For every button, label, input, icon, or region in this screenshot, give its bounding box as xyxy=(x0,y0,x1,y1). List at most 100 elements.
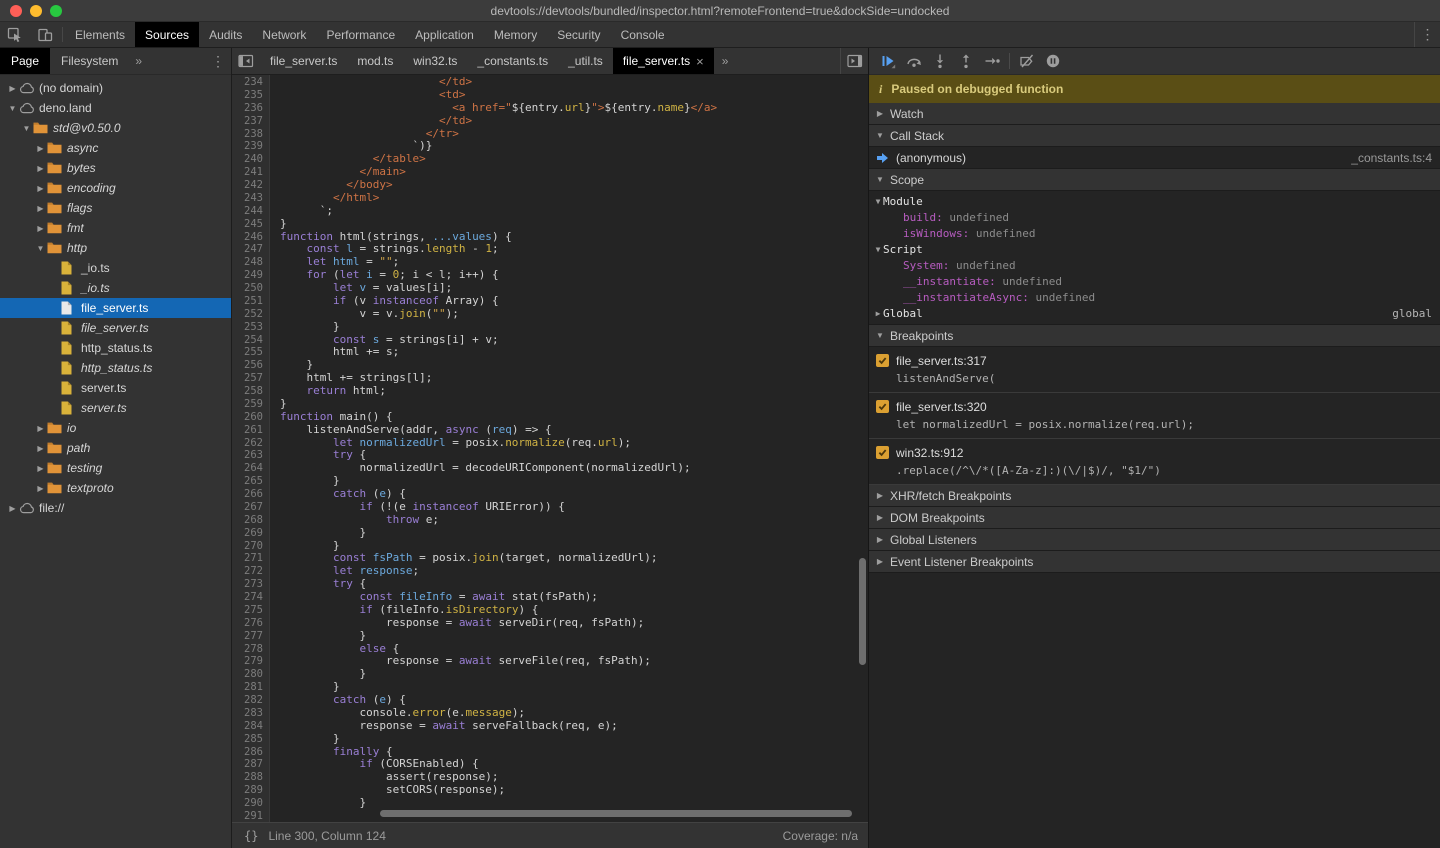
line-number[interactable]: 253 xyxy=(232,321,269,334)
tab-sources[interactable]: Sources xyxy=(135,22,199,47)
editor-gutter[interactable]: 2342352362372382392402412422432442452462… xyxy=(232,75,270,822)
tree-item-bytes[interactable]: ▶bytes xyxy=(0,158,231,178)
tab-elements[interactable]: Elements xyxy=(65,22,135,47)
line-number[interactable]: 286 xyxy=(232,746,269,759)
scope-group-script[interactable]: ▼Script xyxy=(869,241,1440,257)
line-number[interactable]: 282 xyxy=(232,694,269,707)
line-number[interactable]: 261 xyxy=(232,424,269,437)
device-toolbar-icon[interactable] xyxy=(30,22,60,47)
editor-tab-util-ts[interactable]: _util.ts xyxy=(558,48,613,74)
maximize-window-button[interactable] xyxy=(50,5,62,17)
tab-performance[interactable]: Performance xyxy=(316,22,405,47)
line-number[interactable]: 256 xyxy=(232,359,269,372)
editor-tab-file-server-ts[interactable]: file_server.ts xyxy=(260,48,347,74)
editor-tab-constants-ts[interactable]: _constants.ts xyxy=(467,48,558,74)
line-number[interactable]: 267 xyxy=(232,501,269,514)
line-number[interactable]: 279 xyxy=(232,655,269,668)
step-out-icon[interactable] xyxy=(953,48,979,74)
editor-tab-file-server-ts[interactable]: file_server.ts× xyxy=(613,48,714,74)
tree-item-io-ts[interactable]: _io.ts xyxy=(0,258,231,278)
line-number[interactable]: 271 xyxy=(232,552,269,565)
section-global-listeners[interactable]: ▶Global Listeners xyxy=(869,529,1440,551)
tree-item-http[interactable]: ▼http xyxy=(0,238,231,258)
scope-group-module[interactable]: ▼Module xyxy=(869,193,1440,209)
chevron-right-icon[interactable]: ▶ xyxy=(34,464,47,473)
line-number[interactable]: 258 xyxy=(232,385,269,398)
line-number[interactable]: 236 xyxy=(232,102,269,115)
tree-item-server-ts[interactable]: server.ts xyxy=(0,378,231,398)
line-number[interactable]: 285 xyxy=(232,733,269,746)
navigator-tab-page[interactable]: Page xyxy=(0,48,50,74)
line-number[interactable]: 276 xyxy=(232,617,269,630)
step-icon[interactable] xyxy=(979,48,1005,74)
tree-item-path[interactable]: ▶path xyxy=(0,438,231,458)
chevron-right-icon[interactable]: ▶ xyxy=(6,504,19,513)
scope-property[interactable]: isWindows: undefined xyxy=(869,225,1440,241)
chevron-right-icon[interactable]: ▶ xyxy=(6,84,19,93)
toggle-debugger-sidebar-icon[interactable] xyxy=(840,48,868,74)
tree-item-file-server-ts[interactable]: file_server.ts xyxy=(0,318,231,338)
deactivate-breakpoints-icon[interactable] xyxy=(1014,48,1040,74)
inspect-element-icon[interactable] xyxy=(0,22,30,47)
tab-console[interactable]: Console xyxy=(611,22,675,47)
breakpoint-snippet[interactable]: let normalizedUrl = posix.normalize(req.… xyxy=(869,416,1440,433)
tree-item-flags[interactable]: ▶flags xyxy=(0,198,231,218)
line-number[interactable]: 273 xyxy=(232,578,269,591)
tree-item-fmt[interactable]: ▶fmt xyxy=(0,218,231,238)
line-number[interactable]: 240 xyxy=(232,153,269,166)
minimize-window-button[interactable] xyxy=(30,5,42,17)
breakpoint-checkbox[interactable] xyxy=(876,354,889,367)
line-number[interactable]: 250 xyxy=(232,282,269,295)
editor-more-tabs-icon[interactable]: » xyxy=(714,48,737,74)
line-number[interactable]: 239 xyxy=(232,140,269,153)
scope-property[interactable]: __instantiate: undefined xyxy=(869,273,1440,289)
tree-item-file-server-ts[interactable]: file_server.ts xyxy=(0,298,231,318)
line-number[interactable]: 269 xyxy=(232,527,269,540)
chevron-right-icon[interactable]: ▶ xyxy=(34,204,47,213)
line-number[interactable]: 242 xyxy=(232,179,269,192)
step-into-icon[interactable] xyxy=(927,48,953,74)
editor-horizontal-scrollbar[interactable] xyxy=(380,810,852,817)
line-number[interactable]: 266 xyxy=(232,488,269,501)
scope-property[interactable]: System: undefined xyxy=(869,257,1440,273)
tab-security[interactable]: Security xyxy=(547,22,610,47)
tree-item-async[interactable]: ▶async xyxy=(0,138,231,158)
chevron-down-icon[interactable]: ▼ xyxy=(6,104,19,113)
line-number[interactable]: 265 xyxy=(232,475,269,488)
tree-item-encoding[interactable]: ▶encoding xyxy=(0,178,231,198)
chevron-right-icon[interactable]: ▶ xyxy=(34,484,47,493)
tree-item-std-v0-50-0[interactable]: ▼std@v0.50.0 xyxy=(0,118,231,138)
scope-property[interactable]: __instantiateAsync: undefined xyxy=(869,289,1440,305)
chevron-right-icon[interactable]: ▶ xyxy=(34,164,47,173)
line-number[interactable]: 288 xyxy=(232,771,269,784)
tab-audits[interactable]: Audits xyxy=(199,22,252,47)
close-tab-icon[interactable]: × xyxy=(696,54,704,69)
breakpoint-entry[interactable]: file_server.ts:320let normalizedUrl = po… xyxy=(869,393,1440,439)
call-stack-frame[interactable]: (anonymous)_constants.ts:4 xyxy=(869,147,1440,169)
chevron-right-icon[interactable]: ▶ xyxy=(34,444,47,453)
line-number[interactable]: 238 xyxy=(232,128,269,141)
line-number[interactable]: 274 xyxy=(232,591,269,604)
tree-item-textproto[interactable]: ▶textproto xyxy=(0,478,231,498)
scope-property[interactable]: build: undefined xyxy=(869,209,1440,225)
line-number[interactable]: 277 xyxy=(232,630,269,643)
chevron-right-icon[interactable]: ▶ xyxy=(34,184,47,193)
chevron-right-icon[interactable]: ▶ xyxy=(873,309,883,318)
line-number[interactable]: 280 xyxy=(232,668,269,681)
line-number[interactable]: 255 xyxy=(232,346,269,359)
tab-network[interactable]: Network xyxy=(252,22,316,47)
navigator-more-tabs-icon[interactable]: » xyxy=(129,48,148,74)
line-number[interactable]: 245 xyxy=(232,218,269,231)
tree-item-http-status-ts[interactable]: http_status.ts xyxy=(0,358,231,378)
line-number[interactable]: 272 xyxy=(232,565,269,578)
line-number[interactable]: 254 xyxy=(232,334,269,347)
line-number[interactable]: 235 xyxy=(232,89,269,102)
frame-location-link[interactable]: _constants.ts:4 xyxy=(1351,151,1432,165)
tree-item-server-ts[interactable]: server.ts xyxy=(0,398,231,418)
line-number[interactable]: 270 xyxy=(232,540,269,553)
tree-item-http-status-ts[interactable]: http_status.ts xyxy=(0,338,231,358)
section-xhr-fetch-breakpoints[interactable]: ▶XHR/fetch Breakpoints xyxy=(869,485,1440,507)
line-number[interactable]: 281 xyxy=(232,681,269,694)
chevron-right-icon[interactable]: ▶ xyxy=(34,424,47,433)
navigator-menu-icon[interactable]: ⋮ xyxy=(205,48,231,74)
